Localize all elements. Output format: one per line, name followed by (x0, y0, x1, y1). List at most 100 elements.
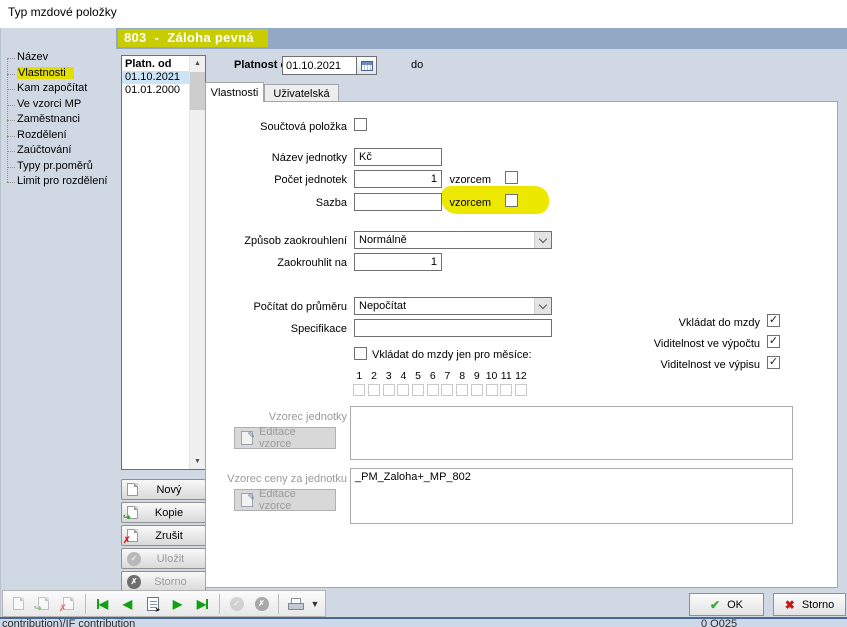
rate-label: Sazba (206, 197, 347, 209)
chevron-down-icon (534, 298, 551, 314)
delete-record-icon: ✗ (57, 592, 80, 615)
cancel-edit-button: ✗ Storno (121, 571, 206, 592)
record-separator: - (147, 30, 168, 45)
specification-input[interactable] (354, 319, 552, 337)
calendar-button[interactable] (356, 56, 377, 75)
months-only-checkbox[interactable] (354, 347, 367, 360)
first-record-icon[interactable]: ◀ (91, 592, 114, 615)
storno-button[interactable]: ✖ Storno (773, 593, 846, 616)
last-record-icon[interactable]: ▶ (191, 592, 214, 615)
month-1-checkbox[interactable] (353, 384, 365, 396)
insert-to-wage-checkbox[interactable] (767, 314, 780, 327)
calendar-icon (361, 61, 373, 71)
save-button: ✓ Uložit (121, 548, 206, 569)
window-title: Typ mzdové položky (8, 5, 117, 19)
previous-record-icon[interactable]: ◀ (116, 592, 139, 615)
month-5-checkbox[interactable] (412, 384, 424, 396)
sidebar-item-vlastnosti[interactable]: Vlastnosti (4, 66, 116, 82)
price-formula-textarea[interactable]: _PM_Zaloha+_MP_802 (350, 468, 793, 524)
unit-count-label: Počet jednotek (206, 174, 347, 186)
month-cell: 6 (425, 370, 440, 396)
record-header-bar: 803-Záloha pevná (116, 28, 847, 49)
cancel-record-icon: ✗ (250, 592, 273, 615)
sidebar-item-rozdeleni[interactable]: Rozdělení (4, 128, 116, 144)
validity-list-scrollbar[interactable]: ▲ ▼ (189, 56, 205, 469)
visible-in-report-label: Viditelnost ve výpisu (560, 359, 760, 371)
month-cell: 10 (484, 370, 499, 396)
tab-vlastnosti[interactable]: Vlastnosti (205, 82, 264, 102)
sidebar-item-ve-vzorci-mp[interactable]: Ve vzorci MP (4, 97, 116, 113)
sidebar-item-zamestnanci[interactable]: Zaměstnanci (4, 112, 116, 128)
round-to-label: Zaokrouhlit na (206, 257, 347, 269)
print-icon[interactable] (284, 592, 307, 615)
copy-page-icon: ↪ (127, 506, 138, 519)
cancel-x-icon: ✗ (127, 575, 141, 589)
record-list-icon[interactable] (141, 592, 164, 615)
month-2-checkbox[interactable] (368, 384, 380, 396)
record-name: Záloha pevná (167, 30, 254, 45)
average-label: Počítat do průměru (206, 301, 347, 313)
round-to-input[interactable] (354, 253, 442, 271)
sum-item-checkbox[interactable] (354, 118, 367, 131)
save-record-icon: ✓ (225, 592, 248, 615)
validity-to-label: do (411, 59, 423, 71)
delete-page-icon: ✗ (127, 529, 138, 542)
tab-uzivatelska[interactable]: Uživatelská (264, 84, 339, 102)
sidebar-item-limit-pro-rozdeleni[interactable]: Limit pro rozdělení (4, 174, 116, 190)
rate-formula-label: vzorcem (406, 197, 491, 209)
unit-name-input[interactable] (354, 148, 442, 166)
month-6-checkbox[interactable] (427, 384, 439, 396)
sidebar-item-typy-pr-pomeru[interactable]: Typy pr.poměrů (4, 159, 116, 175)
record-header-highlight: 803-Záloha pevná (118, 29, 268, 47)
app-window: Typ mzdové položky 803-Záloha pevná Náze… (0, 0, 847, 627)
visible-in-calc-label: Viditelnost ve výpočtu (560, 338, 760, 350)
chevron-down-icon (534, 232, 551, 248)
rounding-method-select[interactable]: Normálně (354, 231, 552, 249)
storno-x-icon: ✖ (785, 598, 795, 612)
scroll-down-icon[interactable]: ▼ (190, 454, 205, 469)
month-cell: 1 (352, 370, 367, 396)
scrollbar-thumb[interactable] (190, 72, 205, 110)
month-12-checkbox[interactable] (515, 384, 527, 396)
month-11-checkbox[interactable] (500, 384, 512, 396)
average-select[interactable]: Nepočítat (354, 297, 552, 315)
rate-formula-checkbox[interactable] (505, 194, 518, 207)
scroll-up-icon[interactable]: ▲ (190, 56, 205, 71)
sidebar-item-zauctovani[interactable]: Zaúčtování (4, 143, 116, 159)
delete-button[interactable]: ✗ Zrušit (121, 525, 206, 546)
edit-unit-formula-button: Editace vzorce (234, 427, 336, 449)
unit-count-formula-checkbox[interactable] (505, 171, 518, 184)
record-toolbar: ↪ ✗ ◀ ◀ ▶ ▶ ✓ ✗ ▼ (2, 590, 326, 617)
month-9-checkbox[interactable] (471, 384, 483, 396)
new-button[interactable]: Nový (121, 479, 206, 500)
toolbar-separator (278, 594, 279, 614)
section-tree: Název Vlastnosti Kam započítat Ve vzorci… (4, 50, 116, 190)
month-4-checkbox[interactable] (397, 384, 409, 396)
print-menu-caret-icon[interactable]: ▼ (309, 592, 321, 615)
validity-from-input[interactable] (282, 56, 357, 75)
sidebar-item-kam-zapocitat[interactable]: Kam započítat (4, 81, 116, 97)
month-3-checkbox[interactable] (383, 384, 395, 396)
price-formula-label: Vzorec ceny za jednotku (206, 473, 347, 485)
edit-formula-icon (241, 493, 253, 507)
visible-in-calc-checkbox[interactable] (767, 335, 780, 348)
ok-check-icon: ✔ (710, 598, 720, 612)
next-record-icon[interactable]: ▶ (166, 592, 189, 615)
copy-button[interactable]: ↪ Kopie (121, 502, 206, 523)
sidebar-item-nazev[interactable]: Název (4, 50, 116, 66)
month-7-checkbox[interactable] (441, 384, 453, 396)
record-code: 803 (124, 30, 147, 45)
month-8-checkbox[interactable] (456, 384, 468, 396)
month-10-checkbox[interactable] (486, 384, 498, 396)
ok-button[interactable]: ✔ OK (689, 593, 764, 616)
unit-formula-textarea[interactable] (350, 406, 793, 460)
month-checkbox-grid: 1 2 3 4 5 6 7 8 9 10 11 12 (352, 370, 528, 396)
visible-in-report-checkbox[interactable] (767, 356, 780, 369)
insert-to-wage-label: Vkládat do mzdy (560, 317, 760, 329)
month-cell: 2 (367, 370, 382, 396)
rounding-method-label: Způsob zaokrouhlení (206, 235, 347, 247)
edit-formula-icon (241, 431, 253, 445)
status-bar-clipped: contribution)/IF contribution 0 O025 (0, 617, 847, 627)
new-record-icon (7, 592, 30, 615)
month-cell: 7 (440, 370, 455, 396)
